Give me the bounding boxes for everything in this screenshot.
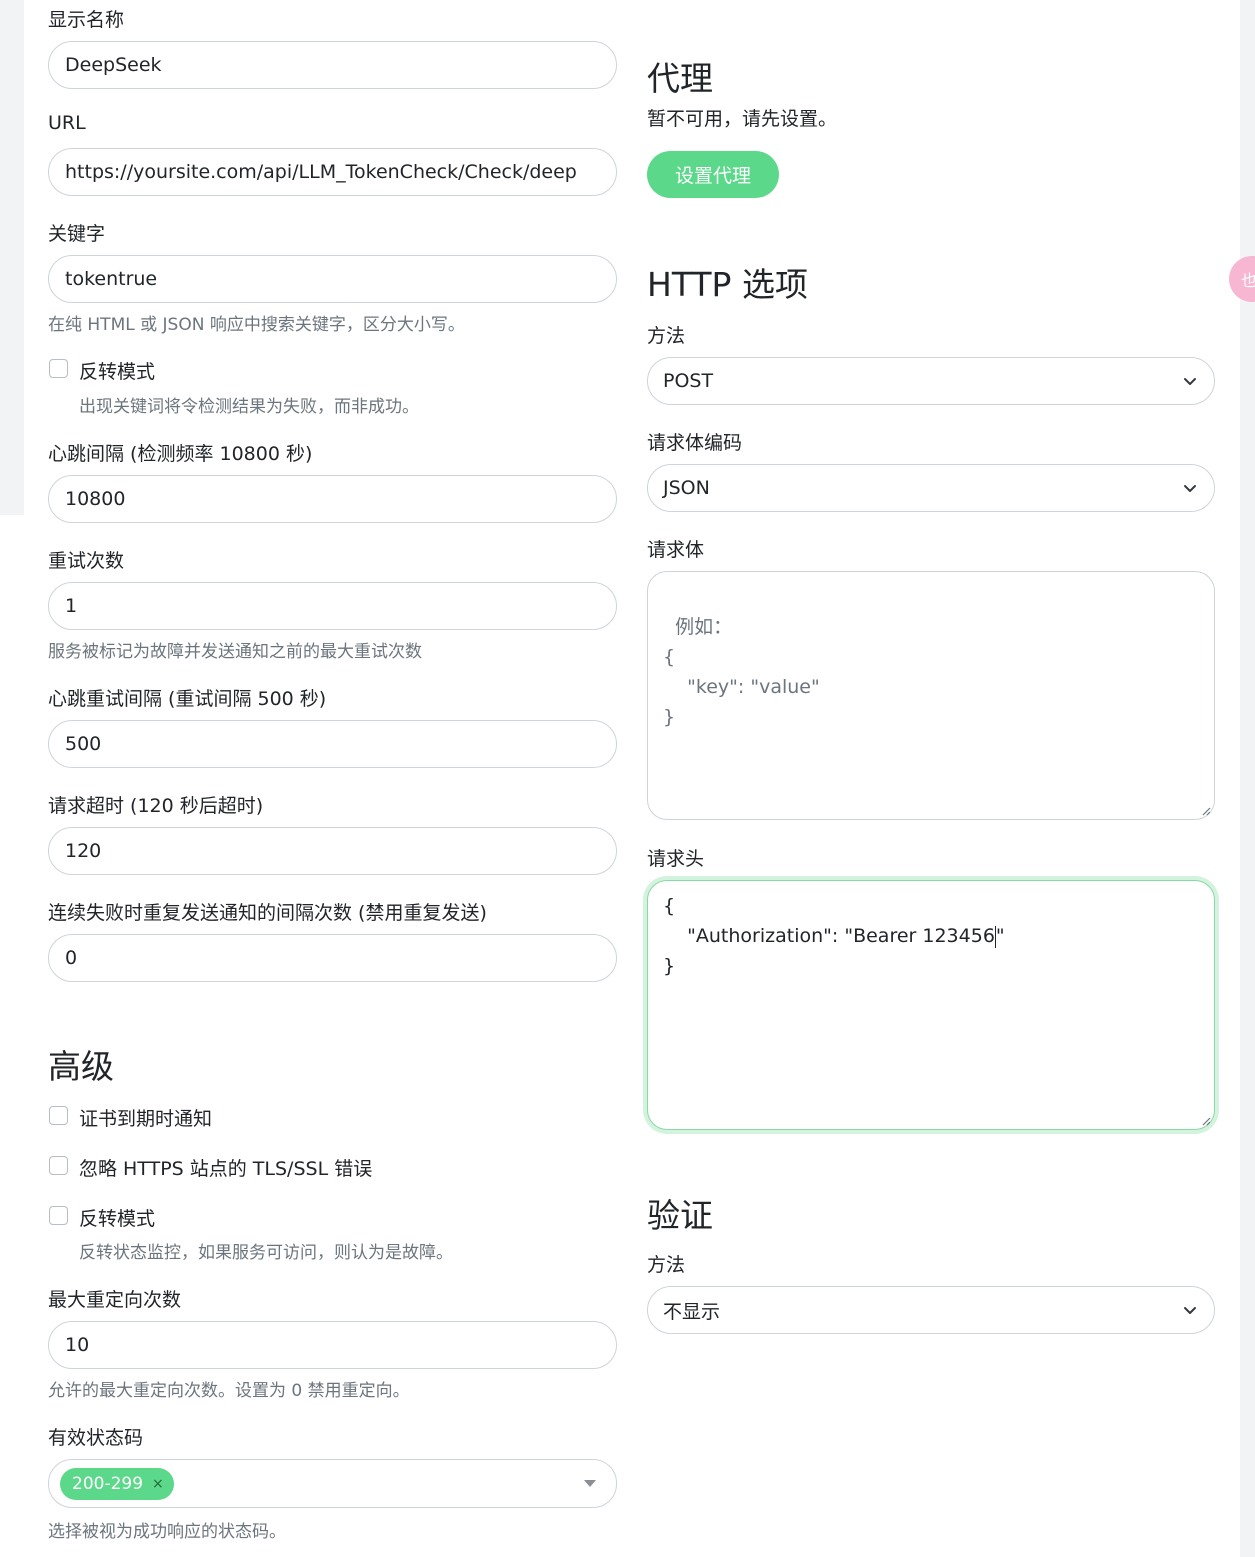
headers-line-3: } [663,955,676,977]
keyword-label: 关键字 [48,223,106,245]
resize-handle-icon[interactable] [1201,1116,1211,1126]
invert-keyword-checkbox[interactable] [49,359,68,378]
proxy-unavailable-text: 暂不可用，请先设置。 [647,108,838,130]
retries-help: 服务被标记为故障并发送通知之前的最大重试次数 [48,642,422,662]
cert-expiry-checkbox[interactable] [49,1106,68,1125]
retry-interval-label: 心跳重试间隔 (重试间隔 500 秒) [48,688,327,710]
request-headers-textarea[interactable]: { "Authorization": "Bearer 123456"} [647,880,1215,1130]
timeout-input[interactable]: 120 [48,827,617,875]
invert-keyword-help: 出现关键词将令检测结果为失败，而非成功。 [79,397,419,417]
max-redirects-help: 允许的最大重定向次数。设置为 0 禁用重定向。 [48,1381,410,1401]
proxy-heading: 代理 [647,59,713,98]
heartbeat-value: 10800 [65,488,126,510]
retry-interval-input[interactable]: 500 [48,720,617,768]
timeout-value: 120 [65,840,102,862]
ignore-tls-checkbox[interactable] [49,1156,68,1175]
invert-mode-checkbox[interactable] [49,1206,68,1225]
resize-handle-icon[interactable] [1201,806,1211,816]
resend-interval-input[interactable]: 0 [48,934,617,982]
remove-tag-icon[interactable]: × [152,1476,164,1492]
headers-line-2: "Authorization": "Bearer 123456" [663,925,1005,948]
http-method-value: POST [663,370,714,392]
invert-mode-label[interactable]: 反转模式 [79,1204,155,1231]
display-name-input[interactable]: DeepSeek [48,41,617,89]
body-encoding-label: 请求体编码 [647,432,743,454]
resend-interval-value: 0 [65,947,78,969]
max-redirects-value: 10 [65,1334,90,1356]
keyword-help: 在纯 HTML 或 JSON 响应中搜索关键字，区分大小写。 [48,315,465,335]
http-method-select[interactable]: POST [647,357,1215,405]
display-name-value: DeepSeek [65,54,162,76]
http-options-heading: HTTP 选项 [647,265,808,304]
auth-method-select[interactable]: 不显示 [647,1286,1215,1334]
status-code-tag: 200-299 × [60,1468,174,1500]
dropdown-caret-icon [584,1480,596,1487]
invert-mode-help: 反转状态监控，如果服务可访问，则认为是故障。 [79,1243,453,1263]
url-value: https://yoursite.com/api/LLM_TokenCheck/… [65,161,577,183]
max-redirects-input[interactable]: 10 [48,1321,617,1369]
timeout-label: 请求超时 (120 秒后超时) [48,795,264,817]
chevron-down-icon [1184,1307,1196,1314]
auth-method-label: 方法 [647,1254,686,1276]
auth-heading: 验证 [647,1196,713,1235]
floating-badge-text: 也 [1241,271,1255,290]
setup-proxy-button[interactable]: 设置代理 [647,151,779,198]
keyword-value: tokentrue [65,268,158,290]
retries-value: 1 [65,595,78,617]
page-background-strip [0,515,24,1557]
request-body-placeholder: 例如： { "key": "value" } [663,616,820,728]
headers-line-1: { [663,895,676,917]
retries-input[interactable]: 1 [48,582,617,630]
request-body-textarea[interactable]: 例如： { "key": "value" } [647,571,1215,820]
heartbeat-input[interactable]: 10800 [48,475,617,523]
accepted-codes-label: 有效状态码 [48,1427,144,1449]
advanced-heading: 高级 [48,1047,114,1086]
http-method-label: 方法 [647,325,686,347]
accepted-codes-help: 选择被视为成功响应的状态码。 [48,1522,286,1542]
body-encoding-value: JSON [663,477,710,499]
keyword-input[interactable]: tokentrue [48,255,617,303]
request-headers-label: 请求头 [647,848,705,870]
cert-expiry-label[interactable]: 证书到期时通知 [79,1104,212,1131]
heartbeat-label: 心跳间隔 (检测频率 10800 秒) [48,443,313,465]
chevron-down-icon [1184,485,1196,492]
auth-method-value: 不显示 [663,1300,721,1323]
url-label: URL [48,112,86,134]
retries-label: 重试次数 [48,550,125,572]
invert-keyword-label[interactable]: 反转模式 [79,357,155,384]
body-encoding-select[interactable]: JSON [647,464,1215,512]
chevron-down-icon [1184,378,1196,385]
retry-interval-value: 500 [65,733,102,755]
status-code-tag-label: 200-299 [72,1474,144,1494]
max-redirects-label: 最大重定向次数 [48,1289,182,1311]
ignore-tls-label[interactable]: 忽略 HTTPS 站点的 TLS/SSL 错误 [79,1154,372,1181]
resend-interval-label: 连续失败时重复发送通知的间隔次数 (禁用重复发送) [48,902,487,924]
display-name-label: 显示名称 [48,9,125,31]
url-input[interactable]: https://yoursite.com/api/LLM_TokenCheck/… [48,148,617,196]
request-body-label: 请求体 [647,539,705,561]
